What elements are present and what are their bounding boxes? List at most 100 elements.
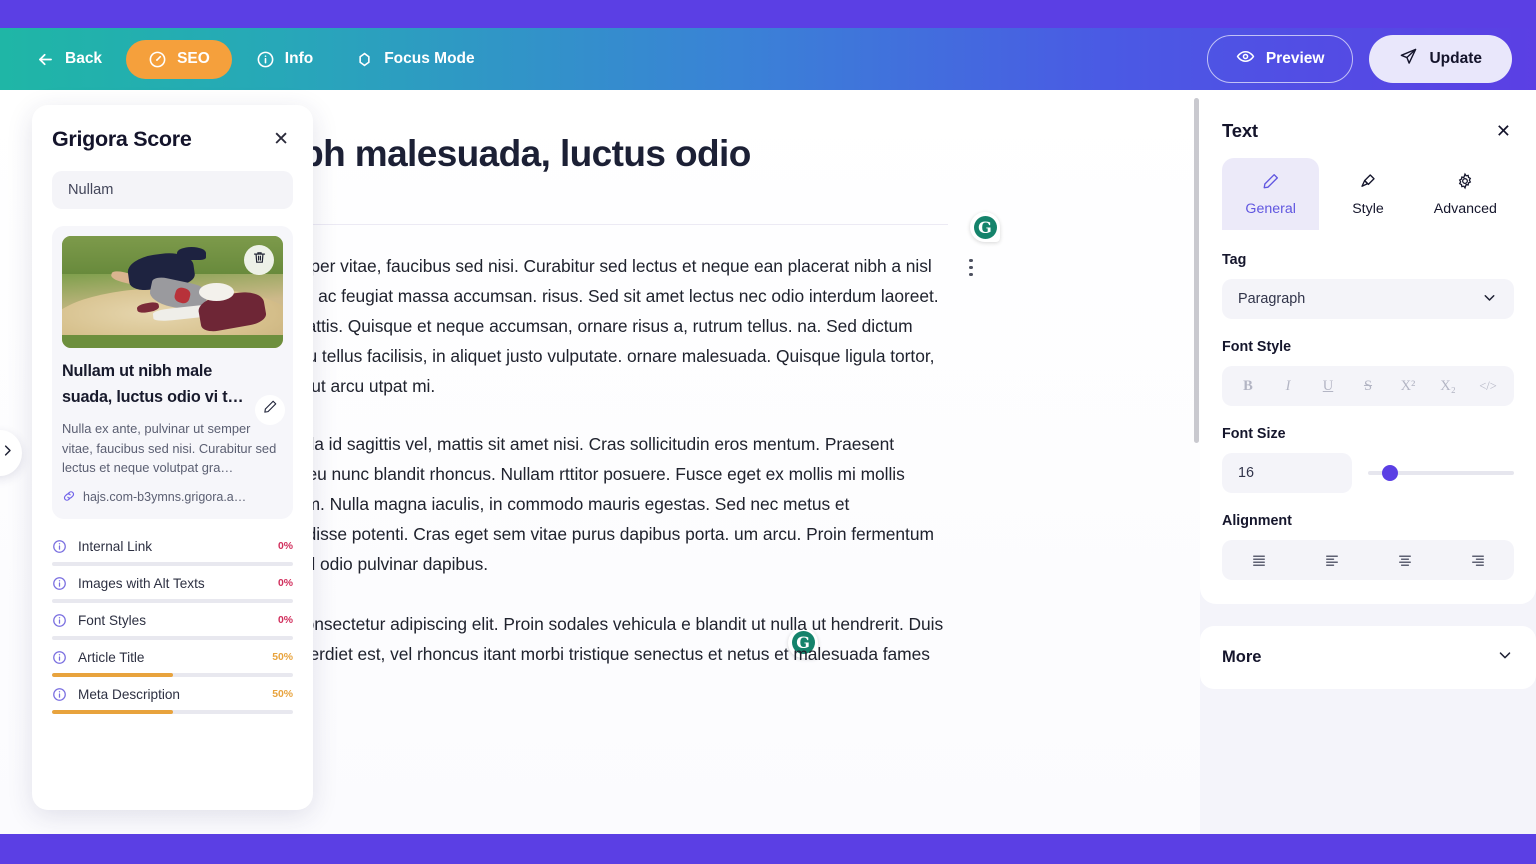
delete-image-button[interactable] — [244, 245, 274, 275]
paragraph-text: amet, consectetur adipiscing elit. Proin… — [248, 613, 944, 694]
underline-button[interactable]: U — [1313, 378, 1343, 395]
back-label: Back — [65, 50, 103, 67]
info-button[interactable]: Info — [238, 41, 331, 78]
preview-button[interactable]: Preview — [1206, 35, 1354, 83]
preview-card: Nullam ut nibh male suada, luctus odio v… — [52, 226, 293, 519]
image-fielder-cap — [176, 247, 206, 260]
more-vertical-icon[interactable] — [962, 257, 980, 279]
align-left-button[interactable] — [1315, 551, 1349, 569]
grammarly-icon[interactable]: G — [970, 212, 1000, 242]
info-circle-icon — [52, 539, 67, 554]
tab-advanced[interactable]: Advanced — [1417, 158, 1514, 230]
paragraph-text: n, gravida id sagittis vel, mattis sit a… — [248, 433, 934, 574]
metric-row[interactable]: Images with Alt Texts 0% — [52, 569, 293, 606]
metric-row[interactable]: Meta Description 50% — [52, 680, 293, 717]
tab-style[interactable]: Style — [1319, 158, 1416, 230]
score-panel-title: Grigora Score — [52, 127, 192, 151]
update-label: Update — [1429, 50, 1482, 67]
arrow-left-icon — [36, 50, 55, 69]
seo-button[interactable]: SEO — [126, 39, 232, 79]
metric-progress-bar — [52, 672, 293, 677]
search-input-value: Nullam — [68, 182, 114, 198]
info-label: Info — [284, 50, 314, 67]
toolbar-right-group: Preview Update — [1206, 35, 1518, 83]
back-button[interactable]: Back — [18, 41, 120, 78]
app-root: Back SEO Info Focus Mode Preview Update … — [0, 0, 1536, 864]
pencil-icon — [263, 397, 278, 423]
strikethrough-button[interactable]: S — [1353, 378, 1383, 395]
score-panel-header: Grigora Score ✕ — [52, 127, 293, 152]
info-circle-icon — [256, 50, 275, 69]
metric-label: Images with Alt Texts — [78, 575, 205, 591]
more-section[interactable]: More — [1200, 626, 1536, 689]
card-title-text: Nullam ut nibh male suada, luctus odio v… — [62, 362, 244, 406]
inspector-tabs: General Style Advanced — [1222, 158, 1514, 230]
metric-percent: 0% — [277, 577, 293, 589]
chevron-down-icon — [1481, 289, 1498, 310]
pencil-icon — [1262, 172, 1280, 194]
align-center-button[interactable] — [1388, 551, 1422, 569]
link-icon — [62, 489, 76, 506]
send-plane-icon — [1399, 47, 1418, 71]
card-url-row[interactable]: hajs.com-b3ymns.grigora.a… — [62, 489, 283, 506]
italic-button[interactable]: I — [1273, 378, 1303, 395]
seo-gauge-icon — [148, 50, 167, 69]
search-input[interactable]: Nullam — [52, 171, 293, 209]
code-button[interactable]: </> — [1473, 379, 1503, 394]
preview-label: Preview — [1265, 50, 1325, 67]
paragraph-block[interactable]: r ut semper vitae, faucibus sed nisi. Cu… — [248, 251, 973, 658]
card-description: Nulla ex ante, pulvinar ut semper vitae,… — [62, 421, 277, 476]
tag-select-value: Paragraph — [1238, 291, 1306, 307]
inspector-title: Text — [1222, 120, 1258, 141]
eye-icon — [1236, 47, 1255, 71]
font-size-slider[interactable] — [1368, 463, 1514, 483]
inspector-body: Tag Paragraph Font Style B I U S X² X₂ <… — [1200, 230, 1536, 604]
page-title[interactable]: t nibh malesuada, luctus odio — [248, 132, 948, 176]
card-url-text: hajs.com-b3ymns.grigora.a… — [83, 490, 247, 505]
align-justify-button[interactable] — [1242, 551, 1276, 569]
superscript-button[interactable]: X² — [1393, 378, 1423, 395]
chevron-down-icon — [1496, 646, 1514, 669]
tab-general-label: General — [1245, 201, 1296, 217]
paragraph-block[interactable]: n, gravida id sagittis vel, mattis sit a… — [248, 429, 948, 579]
vertical-scrollbar[interactable] — [1194, 98, 1199, 443]
slider-knob[interactable] — [1382, 465, 1398, 481]
paragraph-text: r ut semper vitae, faucibus sed nisi. Cu… — [248, 255, 939, 396]
font-size-input[interactable]: 16 — [1222, 453, 1352, 493]
document: t nibh malesuada, luctus odio G r ut sem… — [248, 90, 1000, 699]
tag-select[interactable]: Paragraph — [1222, 279, 1514, 319]
metric-row[interactable]: Internal Link 0% — [52, 532, 293, 569]
trash-icon — [252, 250, 267, 270]
tab-general[interactable]: General — [1222, 158, 1320, 230]
alignment-group — [1222, 540, 1514, 580]
paragraph-block[interactable]: amet, consectetur adipiscing elit. Proin… — [248, 609, 948, 699]
align-right-button[interactable] — [1461, 551, 1495, 569]
more-label: More — [1222, 648, 1262, 666]
tag-label: Tag — [1222, 252, 1247, 268]
close-icon[interactable]: ✕ — [269, 128, 293, 151]
metric-label: Font Styles — [78, 612, 146, 628]
tab-advanced-label: Advanced — [1433, 201, 1497, 217]
font-size-row: 16 — [1222, 453, 1514, 493]
metric-row[interactable]: Font Styles 0% — [52, 606, 293, 643]
card-title: Nullam ut nibh male suada, luctus odio v… — [62, 359, 285, 425]
metric-label: Meta Description — [78, 686, 180, 702]
tab-style-label: Style — [1352, 201, 1384, 217]
close-icon[interactable]: ✕ — [1493, 120, 1514, 142]
update-button[interactable]: Update — [1369, 35, 1512, 83]
brush-icon — [1359, 172, 1377, 194]
font-size-label: Font Size — [1222, 426, 1286, 442]
metric-progress-bar — [52, 709, 293, 714]
seo-label: SEO — [177, 50, 210, 67]
focus-mode-button[interactable]: Focus Mode — [337, 41, 492, 78]
subscript-button[interactable]: X₂ — [1433, 378, 1463, 395]
metric-row[interactable]: Article Title 50% — [52, 643, 293, 680]
toolbar-left-group: Back SEO Info Focus Mode — [18, 39, 493, 79]
bold-button[interactable]: B — [1233, 378, 1263, 395]
featured-image[interactable] — [62, 236, 283, 348]
info-circle-icon — [52, 576, 67, 591]
gear-icon — [1456, 172, 1474, 194]
font-size-value: 16 — [1238, 465, 1255, 481]
edit-title-button[interactable] — [255, 395, 285, 425]
document-title-block: t nibh malesuada, luctus odio G — [248, 132, 1000, 242]
